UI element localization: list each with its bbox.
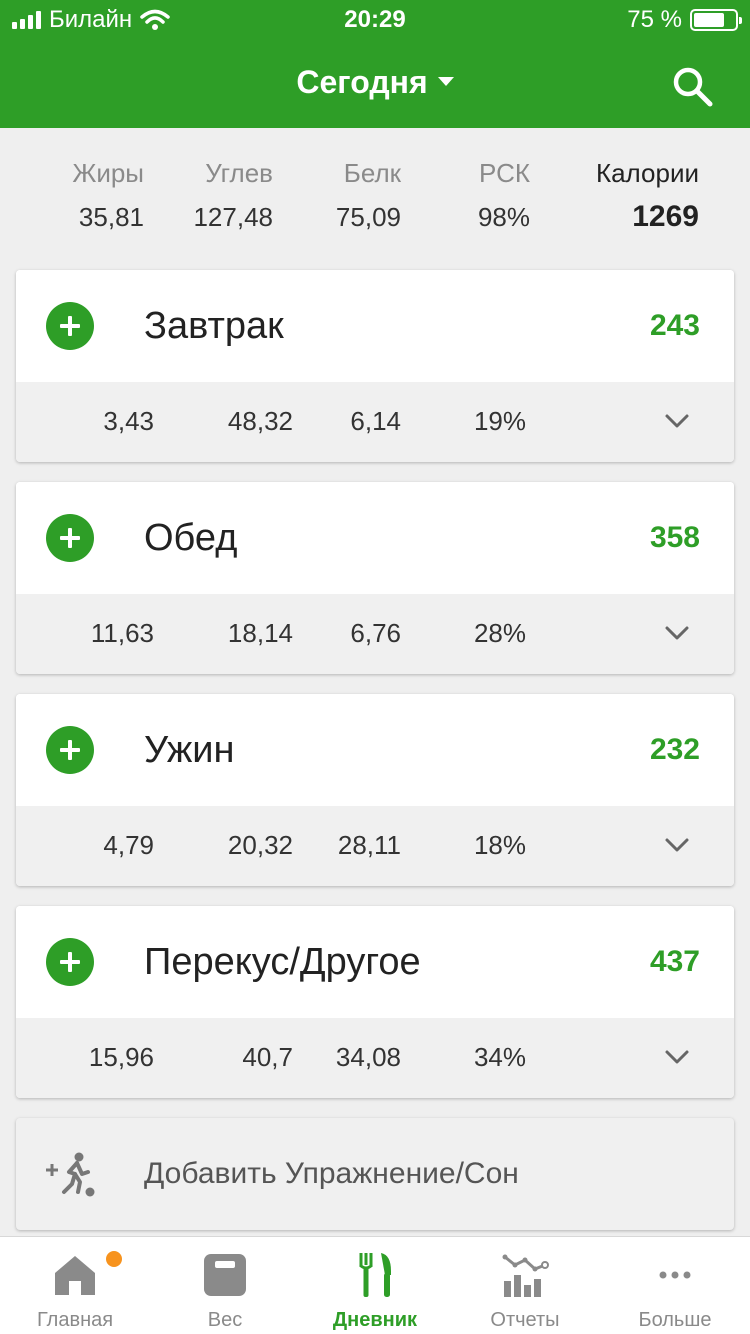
tab-more[interactable]: Больше <box>600 1237 750 1334</box>
tab-label: Дневник <box>332 1309 418 1331</box>
meal-details-row[interactable]: 3,43 48,32 6,14 19% <box>16 382 734 462</box>
meal-calories: 243 <box>649 309 700 342</box>
add-exercise-button[interactable]: Добавить Упражнение/Сон <box>16 1118 734 1230</box>
chart-icon <box>502 1254 549 1297</box>
meal-rdi: 18% <box>473 830 526 860</box>
meal-carbs: 20,32 <box>227 830 293 860</box>
page-title: Сегодня <box>296 64 428 100</box>
tab-bar: Главная Вес Дневник Отчеты Больше <box>0 1236 750 1334</box>
meal-calories: 437 <box>649 945 700 978</box>
battery-percent: 75 % <box>627 6 682 33</box>
tab-label: Вес <box>207 1309 243 1331</box>
caret-down-icon <box>437 77 454 87</box>
meal-title: Ужин <box>144 729 235 771</box>
meal-details-row[interactable]: 11,63 18,14 6,76 28% <box>16 594 734 674</box>
home-icon <box>55 1256 95 1295</box>
meal-calories: 232 <box>649 733 700 766</box>
summary-label: Белк <box>343 158 401 188</box>
meal-fat: 11,63 <box>90 618 154 648</box>
meal-rdi: 19% <box>473 406 526 436</box>
meal-carbs: 18,14 <box>227 618 293 648</box>
summary-value: 35,81 <box>78 202 144 232</box>
tab-label: Отчеты <box>490 1309 560 1331</box>
battery-icon <box>690 9 742 31</box>
chevron-down-icon[interactable] <box>664 408 690 434</box>
meal-fat: 15,96 <box>88 1042 154 1072</box>
summary-label: Калории <box>595 158 699 188</box>
summary-calories: Калории 1269 <box>596 158 699 232</box>
meal-protein: 6,76 <box>350 618 401 648</box>
tab-label: Больше <box>638 1309 712 1331</box>
scale-icon <box>204 1254 246 1296</box>
meal-rdi: 28% <box>473 618 526 648</box>
meal-protein: 34,08 <box>335 1042 401 1072</box>
summary-value: 127,48 <box>193 202 273 232</box>
tab-home[interactable]: Главная <box>0 1237 150 1334</box>
meal-card-snack: Перекус/Другое 437 15,96 40,7 34,08 34% <box>16 906 734 1098</box>
meal-fat: 3,43 <box>103 406 154 436</box>
meal-header[interactable]: Перекус/Другое 437 <box>16 906 734 1018</box>
notification-badge <box>106 1251 122 1267</box>
summary-label: Углев <box>205 158 273 188</box>
meal-header[interactable]: Завтрак 243 <box>16 270 734 382</box>
meal-header[interactable]: Ужин 232 <box>16 694 734 806</box>
app-header: Билайн 20:29 75 % Сегодня <box>0 0 750 128</box>
meal-carbs: 48,32 <box>227 406 293 436</box>
meal-card-dinner: Ужин 232 4,79 20,32 28,11 18% <box>16 694 734 886</box>
meal-card-breakfast: Завтрак 243 3,43 48,32 6,14 19% <box>16 270 734 462</box>
tab-diary[interactable]: Дневник <box>300 1237 450 1334</box>
meal-carbs: 40,7 <box>242 1042 293 1072</box>
search-icon[interactable] <box>668 62 716 110</box>
summary-value: 1269 <box>632 200 699 233</box>
meal-header[interactable]: Обед 358 <box>16 482 734 594</box>
summary-value: 98% <box>477 202 530 232</box>
exercise-run-icon <box>46 1152 95 1197</box>
meal-title: Обед <box>144 517 238 559</box>
meal-protein: 6,14 <box>350 406 401 436</box>
daily-summary: Жиры 35,81 Углев 127,48 Белк 75,09 РСК 9… <box>0 140 750 250</box>
summary-protein: Белк 75,09 <box>336 158 401 232</box>
tab-weight[interactable]: Вес <box>150 1237 300 1334</box>
meal-calories: 358 <box>649 521 700 554</box>
summary-carbs: Углев 127,48 <box>193 158 273 232</box>
date-selector[interactable]: Сегодня <box>0 64 750 101</box>
more-icon <box>659 1271 691 1279</box>
meal-details-row[interactable]: 15,96 40,7 34,08 34% <box>16 1018 734 1098</box>
add-food-button[interactable] <box>46 302 94 350</box>
chevron-down-icon[interactable] <box>664 620 690 646</box>
summary-label: Жиры <box>72 158 144 188</box>
summary-rdi: РСК 98% <box>478 158 530 232</box>
add-food-button[interactable] <box>46 726 94 774</box>
meal-details-row[interactable]: 4,79 20,32 28,11 18% <box>16 806 734 886</box>
meal-rdi: 34% <box>473 1042 526 1072</box>
meal-protein: 28,11 <box>337 830 401 860</box>
tab-reports[interactable]: Отчеты <box>450 1237 600 1334</box>
fork-knife-icon <box>358 1253 391 1297</box>
summary-fat: Жиры 35,81 <box>72 158 144 232</box>
tab-label: Главная <box>36 1309 114 1331</box>
summary-value: 75,09 <box>335 202 401 232</box>
add-food-button[interactable] <box>46 514 94 562</box>
chevron-down-icon[interactable] <box>664 1044 690 1070</box>
meal-fat: 4,79 <box>103 830 154 860</box>
chevron-down-icon[interactable] <box>664 832 690 858</box>
meal-title: Перекус/Другое <box>144 941 421 983</box>
add-exercise-label: Добавить Упражнение/Сон <box>144 1157 519 1190</box>
meal-card-lunch: Обед 358 11,63 18,14 6,76 28% <box>16 482 734 674</box>
summary-label: РСК <box>479 158 530 188</box>
meal-title: Завтрак <box>144 305 284 347</box>
status-right: 75 % <box>627 6 742 34</box>
add-food-button[interactable] <box>46 938 94 986</box>
status-bar: Билайн 20:29 75 % <box>0 0 750 40</box>
